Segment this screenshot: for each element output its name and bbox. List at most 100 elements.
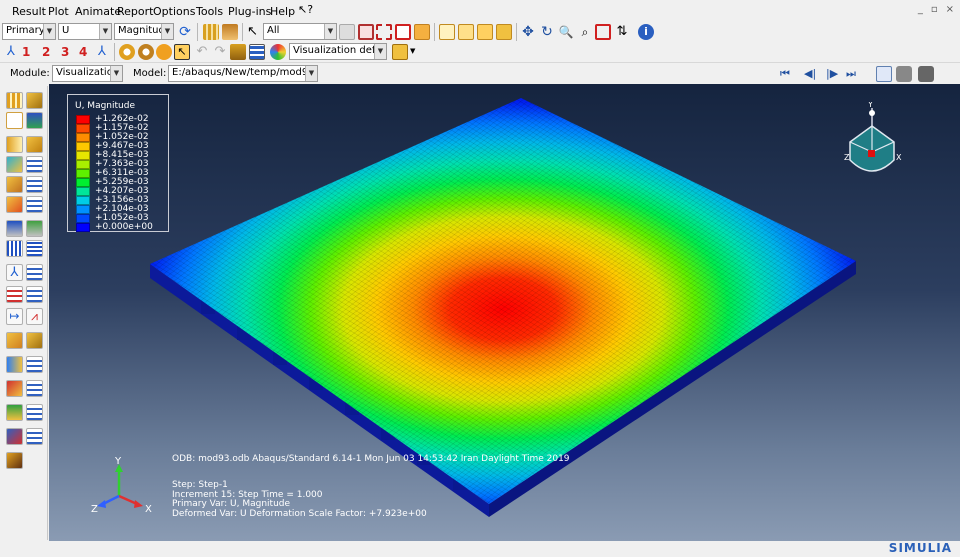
view-2-button[interactable]: 2 — [42, 45, 50, 59]
view-iso-icon[interactable] — [439, 24, 455, 40]
view-top-icon[interactable] — [477, 24, 493, 40]
display-group-icon[interactable] — [6, 356, 23, 373]
model-select[interactable]: E:/abaqus/New/temp/mod93.odb▼ — [168, 65, 318, 82]
report-field-output-icon[interactable] — [6, 286, 23, 303]
triad-icon[interactable]: ⅄ — [3, 44, 19, 60]
view-cut-icon[interactable] — [6, 332, 23, 349]
view-cube[interactable]: Y Z X — [844, 102, 904, 188]
last-frame-icon[interactable]: ⏭ — [846, 67, 856, 81]
table-icon[interactable] — [249, 44, 265, 60]
view-cut-manager-icon[interactable] — [26, 332, 43, 349]
result-options-icon[interactable] — [222, 24, 238, 40]
plot-material-orientation-icon[interactable] — [26, 136, 43, 153]
animate-scale-factor-icon[interactable] — [6, 220, 23, 237]
plot-undeformed-icon[interactable] — [6, 92, 23, 109]
pan-icon[interactable]: ✥ — [520, 24, 536, 40]
view-4-button[interactable]: 4 — [79, 45, 87, 59]
animate-harmonic-icon[interactable] — [6, 240, 23, 257]
minimize-button[interactable]: _ — [918, 4, 923, 15]
menu-animate[interactable]: Animate — [75, 5, 121, 18]
highlight-icon[interactable] — [414, 24, 430, 40]
stream-icon[interactable] — [6, 404, 23, 421]
create-xy-data-icon[interactable]: ⅄ — [6, 264, 23, 281]
undo-icon[interactable]: ↶ — [194, 44, 210, 60]
step-type-select[interactable]: Primary ▼ — [2, 23, 56, 40]
camera-icon[interactable] — [896, 66, 912, 82]
zoom-icon[interactable]: 🔍 — [558, 24, 574, 40]
zoom-box-icon[interactable]: ⌕ — [577, 24, 593, 40]
stream-manager-icon[interactable] — [26, 404, 43, 421]
allow-multiple-plots-icon[interactable] — [6, 196, 23, 213]
superimpose-options-icon[interactable] — [26, 156, 43, 173]
view-1-button[interactable]: 1 — [22, 45, 30, 59]
query-icon[interactable]: ↖ — [174, 44, 190, 60]
visualization-defaults-select[interactable]: Visualization defaults▼ — [289, 43, 387, 60]
xy-plot-icon[interactable]: ⩘ — [26, 308, 43, 325]
xy-data-manager-icon[interactable] — [26, 264, 43, 281]
prev-frame-icon[interactable]: ◀| — [804, 67, 816, 80]
first-frame-icon[interactable]: ⏮ — [780, 67, 790, 81]
display-group-manager-icon[interactable] — [26, 356, 43, 373]
invariant-select[interactable]: Magnitude ▼ — [114, 23, 174, 40]
context-help-icon[interactable]: ↖? — [298, 3, 313, 16]
menu-plot[interactable]: Plot — [48, 5, 69, 18]
legend-title: U, Magnitude — [75, 101, 135, 111]
selection-filter-select[interactable]: All ▼ — [263, 23, 337, 40]
redo-icon[interactable]: ↷ — [212, 44, 228, 60]
drag-select-icon[interactable] — [376, 24, 392, 40]
query-tool-icon[interactable] — [6, 452, 23, 469]
path-icon[interactable]: ↦ — [6, 308, 23, 325]
chevron-down-icon[interactable]: ▼ — [410, 47, 415, 55]
select-arrow-icon[interactable]: ↖ — [247, 24, 263, 40]
shaded-icon[interactable] — [119, 44, 135, 60]
menu-result[interactable]: Result — [12, 5, 46, 18]
selection-options-icon[interactable] — [339, 24, 355, 40]
view-front-icon[interactable] — [458, 24, 474, 40]
chevron-down-icon: ▼ — [324, 24, 336, 39]
plot-deformed-icon[interactable] — [26, 92, 43, 109]
viewport[interactable]: U, Magnitude +1.262e-02 +1.157e-02 +1.052e… — [49, 84, 960, 541]
fit-view-icon[interactable] — [595, 24, 611, 40]
refresh-icon[interactable]: ⟳ — [177, 24, 193, 40]
menu-report[interactable]: Report — [117, 5, 153, 18]
menu-help[interactable]: Help — [270, 5, 295, 18]
common-options-icon[interactable] — [6, 156, 23, 173]
animate-time-history-icon[interactable] — [26, 220, 43, 237]
close-button[interactable]: × — [946, 4, 954, 15]
plot-contours-deformed-icon[interactable] — [26, 112, 43, 129]
plot-symbols-icon[interactable] — [6, 136, 23, 153]
plot-contours-undeformed-icon[interactable] — [6, 112, 23, 129]
animation-options-tool-icon[interactable] — [26, 240, 43, 257]
animation-options-icon[interactable] — [876, 66, 892, 82]
free-body-cut-icon[interactable] — [6, 380, 23, 397]
field-output-manager-icon[interactable] — [26, 428, 43, 445]
next-frame-icon[interactable]: |▶ — [826, 67, 838, 80]
info-icon[interactable]: i — [638, 24, 654, 40]
menu-tools[interactable]: Tools — [196, 5, 223, 18]
plot-options-icon[interactable] — [26, 196, 43, 213]
view-side-icon[interactable] — [496, 24, 512, 40]
module-select[interactable]: Visualization ▼ — [52, 65, 123, 82]
report-xy-icon[interactable] — [26, 286, 43, 303]
contour-options-icon[interactable] — [6, 176, 23, 193]
symbol-options-icon[interactable] — [26, 176, 43, 193]
menu-options[interactable]: Options — [153, 5, 195, 18]
render-icon[interactable] — [230, 44, 246, 60]
cycle-views-icon[interactable]: ⇅ — [614, 24, 630, 40]
hidden-line-icon[interactable] — [138, 44, 154, 60]
filled-icon[interactable] — [156, 44, 172, 60]
rotate-icon[interactable]: ↻ — [539, 24, 555, 40]
box-select-icon[interactable] — [358, 24, 374, 40]
movie-icon[interactable] — [918, 66, 934, 82]
menu-plugins[interactable]: Plug-ins — [228, 5, 271, 18]
view-3-button[interactable]: 3 — [61, 45, 69, 59]
view-options-icon[interactable] — [392, 44, 408, 60]
result-options-tool-icon[interactable] — [6, 428, 23, 445]
field-variable-select[interactable]: U ▼ — [58, 23, 112, 40]
axis-icon[interactable]: ⅄ — [94, 44, 110, 60]
field-output-icon[interactable] — [203, 24, 219, 40]
restore-button[interactable]: ▫ — [931, 4, 938, 15]
palette-icon[interactable] — [270, 44, 286, 60]
free-body-manager-icon[interactable] — [26, 380, 43, 397]
deselect-icon[interactable] — [395, 24, 411, 40]
